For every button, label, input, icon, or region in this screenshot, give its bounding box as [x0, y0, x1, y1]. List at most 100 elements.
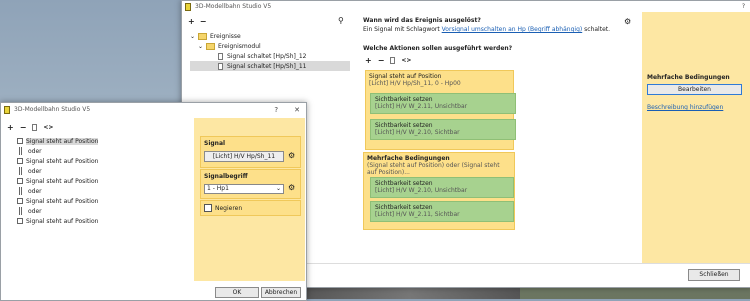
signalbegriff-dropdown[interactable]: 1 - Hp1 ⌄	[204, 184, 284, 194]
action-title: Sichtbarkeit setzen	[375, 180, 433, 187]
connector-icon	[19, 187, 22, 195]
tree-item-ereignisse[interactable]: ⌄ Ereignisse	[190, 31, 350, 41]
actions-heading: Welche Aktionen sollen ausgeführt werden…	[363, 45, 513, 52]
app-icon	[4, 105, 10, 114]
tree-toolbar: + −	[188, 17, 206, 26]
dialog-help-button[interactable]: ?	[274, 106, 278, 114]
condition-header: Signal steht auf Position [Licht] H/V Hp…	[366, 71, 513, 89]
add-description-link[interactable]: Beschreibung hinzufügen	[647, 104, 723, 111]
copy-icon[interactable]	[32, 124, 38, 131]
signal-group: Signal [Licht] H/V Hp/Sh_11 ⚙	[200, 136, 301, 168]
action-title: Sichtbarkeit setzen	[375, 204, 433, 211]
remove-action-button[interactable]: −	[378, 56, 385, 65]
remove-button[interactable]: −	[200, 17, 207, 26]
condition-list-item[interactable]: Signal steht auf Position	[1, 196, 191, 206]
action-item[interactable]: Sichtbarkeit setzen [Licht] H/V W_2.10, …	[370, 177, 514, 198]
action-sub: [Licht] H/V W_2.11, Sichtbar	[375, 211, 460, 218]
chevron-down-icon[interactable]: ⌄	[190, 33, 198, 40]
code-button[interactable]: <>	[43, 124, 53, 131]
action-item[interactable]: Sichtbarkeit setzen [Licht] H/V W_2.11, …	[370, 93, 516, 114]
add-condition-button[interactable]: +	[7, 123, 14, 132]
tree-item-signal-12[interactable]: Signal schaltet [Hp/Sh]_12	[190, 51, 350, 61]
actions-toolbar: + − <>	[365, 56, 411, 65]
chevron-down-icon: ⌄	[275, 185, 281, 192]
close-button[interactable]: Schließen	[688, 269, 740, 281]
actions-section: Welche Aktionen sollen ausgeführt werden…	[363, 45, 628, 52]
search-icon[interactable]: ⚲	[338, 16, 344, 25]
remove-condition-button[interactable]: −	[20, 123, 27, 132]
tree-label: Ereignismodul	[218, 42, 261, 50]
event-tree: ⌄ Ereignisse ⌄ Ereignismodul Signal scha…	[190, 31, 350, 71]
condition-block-1[interactable]: Signal steht auf Position [Licht] H/V Hp…	[365, 70, 516, 150]
dialog-title: 3D-Modellbahn Studio V5	[14, 106, 91, 113]
connector-icon	[19, 207, 22, 215]
copy-icon[interactable]	[390, 57, 396, 64]
tree-item-ereignismodul[interactable]: ⌄ Ereignismodul	[190, 41, 350, 51]
action-sub: [Licht] H/V W_2.10, Unsichtbar	[375, 187, 468, 194]
add-action-button[interactable]: +	[365, 56, 372, 65]
ok-button[interactable]: OK	[215, 287, 259, 298]
code-button[interactable]: <>	[401, 57, 411, 64]
action-item[interactable]: Sichtbarkeit setzen [Licht] H/V W_2.11, …	[370, 201, 514, 222]
condition-properties: Signal [Licht] H/V Hp/Sh_11 ⚙ Signalbegr…	[194, 118, 305, 281]
gear-icon[interactable]: ⚙	[288, 151, 295, 160]
condition-icon	[17, 178, 23, 184]
condition-list: Signal steht auf Position oder Signal st…	[1, 136, 191, 226]
condition-icon	[17, 218, 23, 224]
gear-icon[interactable]: ⚙	[624, 17, 631, 26]
trigger-heading: Wann wird das Ereignis ausgelöst?	[363, 17, 481, 24]
signal-label: Signal	[204, 140, 226, 147]
action-sub: [Licht] H/V W_2.10, Sichtbar	[375, 129, 460, 136]
trigger-tag-link[interactable]: Vorsignal umschalten an Hp (Begriff abhä…	[442, 26, 583, 33]
negieren-label: Negieren	[215, 204, 243, 212]
or-label: oder	[28, 207, 42, 215]
conditions-dialog: 3D-Modellbahn Studio V5 ? ✕ + − <> Signa…	[0, 102, 307, 301]
tree-item-signal-11[interactable]: Signal schaltet [Hp/Sh]_11	[190, 61, 350, 71]
condition-label: Signal steht auf Position	[26, 177, 99, 185]
cancel-button[interactable]: Abbrechen	[261, 287, 301, 298]
gear-icon[interactable]: ⚙	[288, 183, 295, 192]
action-title: Sichtbarkeit setzen	[375, 96, 433, 103]
main-titlebar: 3D-Modellbahn Studio V5 ?	[182, 1, 750, 12]
document-icon	[218, 62, 223, 70]
trigger-section: Wann wird das Ereignis ausgelöst? Ein Si…	[363, 17, 628, 33]
chevron-down-icon[interactable]: ⌄	[198, 43, 206, 50]
folder-icon	[206, 42, 215, 50]
action-item[interactable]: Sichtbarkeit setzen [Licht] H/V W_2.10, …	[370, 119, 516, 140]
properties-panel: Mehrfache Bedingungen Bearbeiten Beschre…	[642, 12, 750, 263]
folder-icon	[198, 32, 207, 40]
condition-label: Signal steht auf Position	[26, 217, 99, 225]
edit-button[interactable]: Bearbeiten	[647, 84, 742, 95]
negieren-group: Negieren	[200, 200, 301, 216]
condition-title: Signal steht auf Position	[369, 73, 442, 80]
document-icon	[218, 52, 223, 60]
connector-icon	[19, 147, 22, 155]
or-label: oder	[28, 187, 42, 195]
condition-label: Signal steht auf Position	[26, 137, 99, 145]
condition-label: Signal steht auf Position	[26, 157, 99, 165]
properties-heading: Mehrfache Bedingungen	[647, 74, 730, 81]
or-separator: oder	[1, 166, 191, 176]
or-label: oder	[28, 147, 42, 155]
condition-list-item[interactable]: Signal steht auf Position	[1, 216, 191, 226]
signalbegriff-label: Signalbegriff	[204, 173, 248, 180]
condition-list-item[interactable]: Signal steht auf Position	[1, 136, 191, 146]
negieren-checkbox[interactable]	[204, 204, 212, 212]
main-window-title: 3D-Modellbahn Studio V5	[195, 3, 272, 10]
condition-sub: (Signal steht auf Position) oder (Signal…	[367, 162, 500, 176]
condition-list-item[interactable]: Signal steht auf Position	[1, 176, 191, 186]
or-separator: oder	[1, 206, 191, 216]
condition-icon	[17, 198, 23, 204]
dialog-close-icon[interactable]: ✕	[294, 106, 300, 114]
signal-select-button[interactable]: [Licht] H/V Hp/Sh_11	[204, 151, 284, 162]
help-button[interactable]: ?	[742, 3, 745, 10]
add-button[interactable]: +	[188, 17, 195, 26]
dialog-toolbar: + − <>	[7, 123, 53, 132]
or-separator: oder	[1, 186, 191, 196]
condition-title: Mehrfache Bedingungen	[367, 155, 450, 162]
condition-sub: [Licht] H/V Hp/Sh_11, 0 - Hp00	[369, 80, 461, 87]
condition-list-item[interactable]: Signal steht auf Position	[1, 156, 191, 166]
tree-label: Ereignisse	[210, 32, 241, 40]
action-title: Sichtbarkeit setzen	[375, 122, 433, 129]
condition-block-2[interactable]: Mehrfache Bedingungen (Signal steht auf …	[363, 152, 515, 230]
